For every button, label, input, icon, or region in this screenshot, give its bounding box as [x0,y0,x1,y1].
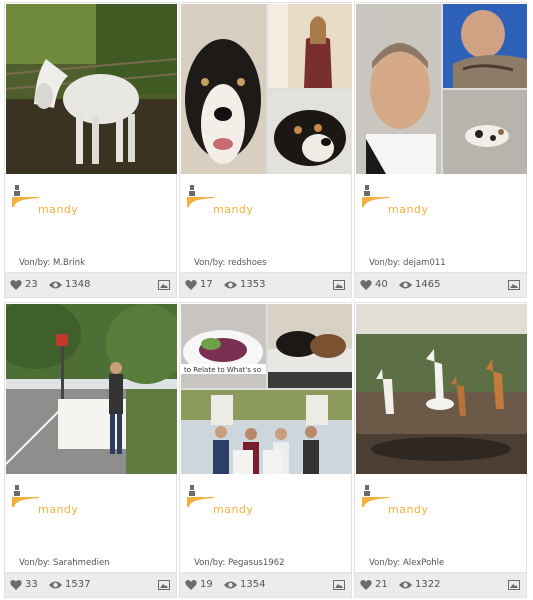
image-gallery-icon[interactable] [333,280,345,290]
stats-bar: 40 1465 [355,272,526,297]
street-banner-photo[interactable] [6,304,177,474]
user-avatar-icon [12,485,39,507]
eye-icon [49,581,62,589]
photo-card[interactable]: mandy Von/by: dejam011 40 1465 [354,2,527,298]
view-count: 1465 [415,279,441,290]
author-name[interactable]: redshoes [228,258,267,268]
eye-icon [399,281,412,289]
photo-card[interactable]: mandy Von/by: M.Brink 23 1348 [4,2,177,298]
view-count: 1348 [65,279,91,290]
author-name[interactable]: dejam011 [403,258,446,268]
user-name[interactable]: mandy [213,203,253,216]
heart-icon[interactable] [360,579,372,591]
photo-grid: mandy Von/by: M.Brink 23 1348 mandy Von/… [4,2,529,598]
user-avatar-icon [12,185,39,207]
author-line: Von/by: M.Brink [19,258,86,268]
user-name[interactable]: mandy [388,203,428,216]
dog-photo-2[interactable] [268,90,352,174]
dogs-on-bed-photo[interactable] [268,304,352,388]
author-name[interactable]: Sarahmedien [53,558,110,568]
dog-photo[interactable] [181,4,266,174]
author-line: Von/by: redshoes [194,258,267,268]
heart-icon[interactable] [10,279,22,291]
heart-icon[interactable] [185,579,197,591]
dog-lying-photo[interactable] [443,90,527,174]
photo-collage[interactable] [181,4,352,174]
eye-icon [49,281,62,289]
like-count: 17 [200,279,213,290]
group-event-photo[interactable] [181,390,352,474]
stats-bar: 33 1537 [5,572,176,597]
dog-statues-photo[interactable] [356,304,527,474]
author-name[interactable]: Pegasus1962 [228,558,285,568]
like-count: 33 [25,579,38,590]
photo-card[interactable]: mandy Von/by: AlexPohle 21 1322 [354,302,527,598]
view-count: 1322 [415,579,441,590]
photo-collage[interactable]: to Relate to What's so [181,304,352,474]
like-count: 23 [25,279,38,290]
photo-collage[interactable] [6,304,177,474]
author-line: Von/by: Sarahmedien [19,558,110,568]
user-avatar-icon [362,485,389,507]
eye-icon [224,581,237,589]
user-avatar-icon [362,185,389,207]
photo-collage[interactable] [356,4,527,174]
image-gallery-icon[interactable] [158,580,170,590]
photo-collage[interactable] [6,4,177,174]
photo-card[interactable]: mandy Von/by: Sarahmedien 33 1537 [4,302,177,598]
view-count: 1537 [65,579,91,590]
man-with-cat-photo[interactable] [443,4,527,88]
image-gallery-icon[interactable] [158,280,170,290]
author-name[interactable]: M.Brink [53,258,85,268]
user-name[interactable]: mandy [38,203,78,216]
like-count: 21 [375,579,388,590]
person-photo[interactable] [268,4,352,88]
user-name[interactable]: mandy [213,503,253,516]
user-avatar-icon [187,485,214,507]
photo-collage[interactable] [356,304,527,474]
author-line: Von/by: dejam011 [369,258,446,268]
stats-bar: 21 1322 [355,572,526,597]
eye-icon [224,281,237,289]
author-name[interactable]: AlexPohle [403,558,444,568]
man-portrait-photo[interactable] [356,4,441,174]
stats-bar: 17 1353 [180,272,351,297]
stats-bar: 19 1354 [180,572,351,597]
food-table-photo[interactable]: to Relate to What's so [181,304,266,388]
view-count: 1353 [240,279,266,290]
author-line: Von/by: Pegasus1962 [194,558,285,568]
heart-icon[interactable] [360,279,372,291]
view-count: 1354 [240,579,266,590]
user-avatar-icon [187,185,214,207]
author-line: Von/by: AlexPohle [369,558,445,568]
heart-icon[interactable] [185,279,197,291]
horse-photo[interactable] [6,4,177,174]
banner-text: to Relate to What's so [184,366,261,374]
like-count: 19 [200,579,213,590]
eye-icon [399,581,412,589]
image-gallery-icon[interactable] [508,280,520,290]
stats-bar: 23 1348 [5,272,176,297]
user-name[interactable]: mandy [388,503,428,516]
photo-card[interactable]: to Relate to What's so mandy Von/by: Peg… [179,302,352,598]
image-gallery-icon[interactable] [333,580,345,590]
heart-icon[interactable] [10,579,22,591]
like-count: 40 [375,279,388,290]
image-gallery-icon[interactable] [508,580,520,590]
user-name[interactable]: mandy [38,503,78,516]
photo-card[interactable]: mandy Von/by: redshoes 17 1353 [179,2,352,298]
